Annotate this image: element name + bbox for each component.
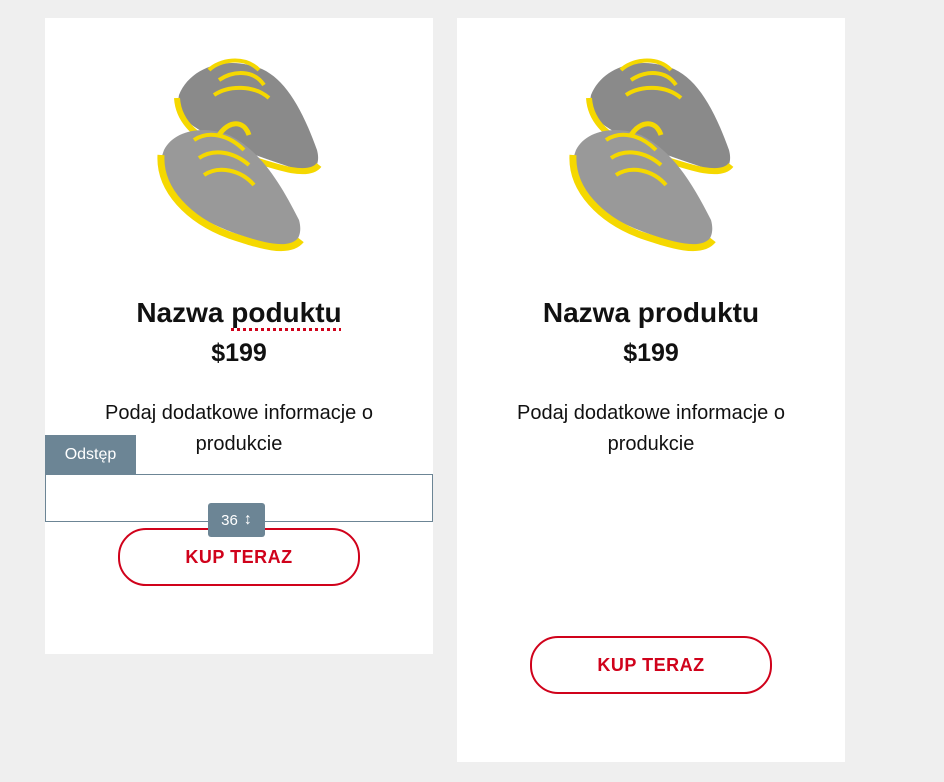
spacer-resize-handle[interactable]: 36 ↕ <box>208 503 265 537</box>
product-title: Nazwa produktu <box>542 297 760 328</box>
product-card-2: Nazwa produktu $199 Podaj dodatkowe info… <box>457 18 845 762</box>
product-description: Podaj dodatkowe informacje o produkcie <box>517 402 785 455</box>
product-title: Nazwa poduktu <box>45 296 433 330</box>
spacer-value: 36 <box>221 511 238 529</box>
vertical-resize-icon: ↕ <box>243 511 252 528</box>
product-title-word1: Nazwa <box>136 297 224 328</box>
product-card-1: Nazwa poduktu $199 Podaj dodatkowe infor… <box>45 18 433 654</box>
buy-now-button[interactable]: KUP TERAZ <box>530 636 772 694</box>
product-price: $199 <box>623 339 679 367</box>
product-price: $199 <box>211 339 267 367</box>
product-image[interactable] <box>149 40 329 260</box>
misspelled-word: poduktu <box>231 297 342 328</box>
spacer-label-tab[interactable]: Odstęp <box>45 435 136 474</box>
product-image[interactable] <box>561 40 741 260</box>
